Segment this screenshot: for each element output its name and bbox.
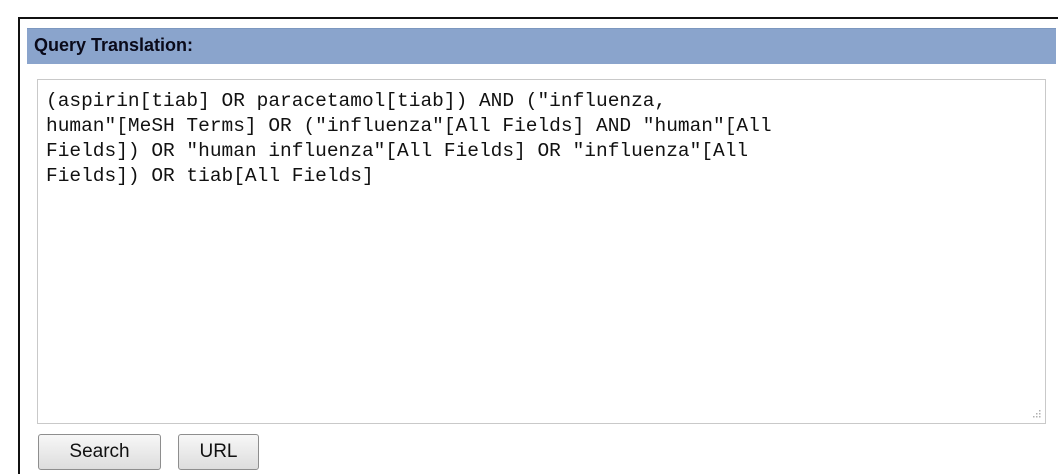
search-button[interactable]: Search — [38, 434, 161, 470]
url-button[interactable]: URL — [178, 434, 259, 470]
panel-header: Query Translation: — [27, 28, 1056, 64]
query-translation-textarea[interactable]: (aspirin[tiab] OR paracetamol[tiab]) AND… — [37, 79, 1046, 424]
panel-title: Query Translation: — [34, 35, 194, 55]
resize-grip-icon[interactable] — [1030, 409, 1042, 421]
